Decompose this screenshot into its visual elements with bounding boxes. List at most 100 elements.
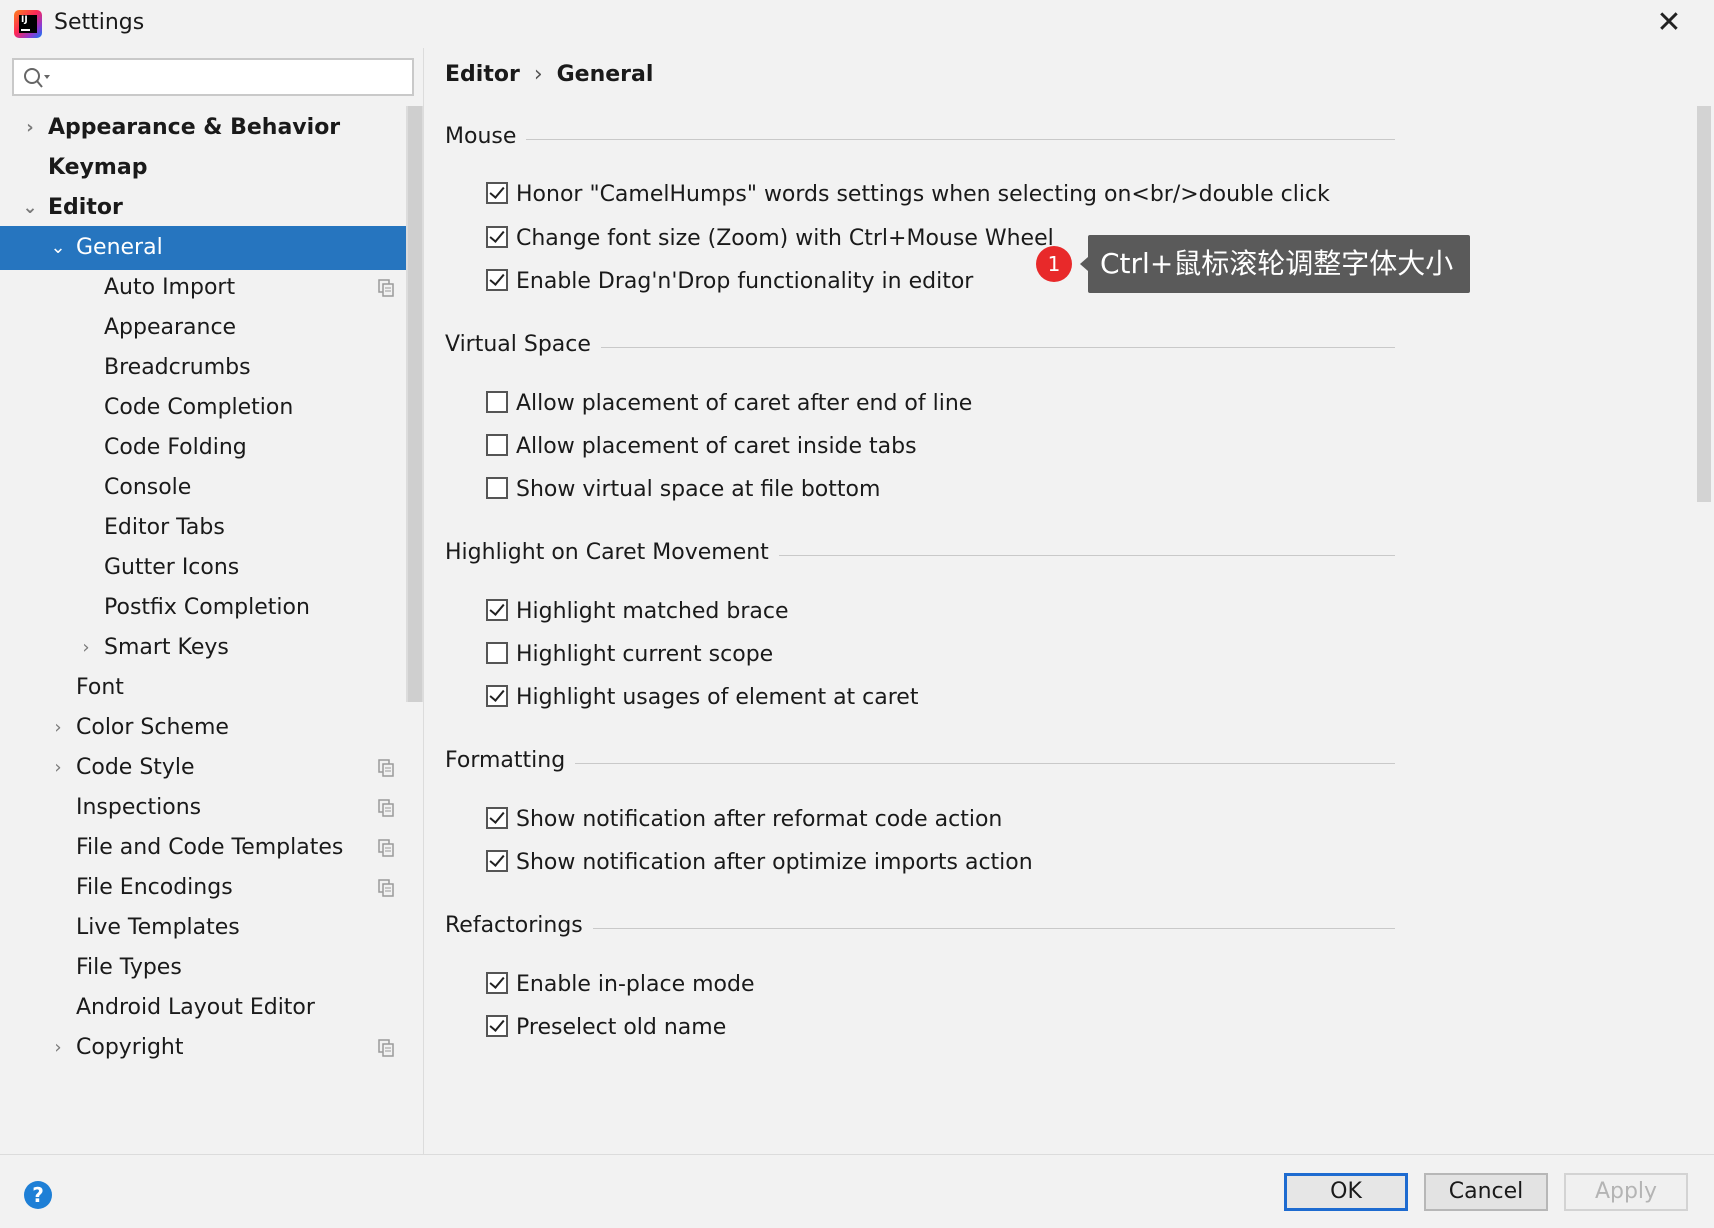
checkbox[interactable] (486, 182, 508, 204)
content-scrollbar-thumb[interactable] (1697, 106, 1711, 502)
title-bar: IJ Settings ✕ (0, 0, 1714, 48)
checkbox[interactable] (486, 269, 508, 291)
intellij-app-icon: IJ (14, 10, 42, 38)
sidebar-item-smart-keys[interactable]: › Smart Keys (0, 626, 424, 670)
dialog-footer: ? OK Cancel Apply (0, 1154, 1714, 1228)
chevron-down-icon[interactable]: ⌄ (20, 186, 40, 230)
sidebar-item-label: Code Completion (104, 395, 294, 420)
sidebar-item-editor-tabs[interactable]: Editor Tabs (0, 506, 424, 550)
checkbox[interactable] (486, 1015, 508, 1037)
option-caret-tabs[interactable]: Allow placement of caret inside tabs (486, 431, 917, 463)
checkbox[interactable] (486, 391, 508, 413)
option-zoom[interactable]: Change font size (Zoom) with Ctrl+Mouse … (486, 223, 1054, 255)
sidebar-item-gutter-icons[interactable]: Gutter Icons (0, 546, 424, 590)
checkbox[interactable] (486, 434, 508, 456)
option-matched-brace[interactable]: Highlight matched brace (486, 596, 789, 628)
sidebar-item-appearance-behavior[interactable]: › Appearance & Behavior (0, 106, 424, 150)
option-label: Highlight usages of element at caret (516, 685, 919, 710)
checkbox[interactable] (486, 226, 508, 248)
option-label: Highlight current scope (516, 642, 774, 667)
checkbox[interactable] (486, 807, 508, 829)
search-box[interactable] (12, 58, 414, 96)
sidebar-item-label: Android Layout Editor (76, 995, 315, 1020)
sidebar-item-label: Copyright (76, 1035, 184, 1060)
chevron-right-icon[interactable]: › (48, 706, 68, 750)
sidebar-item-label: Live Templates (76, 915, 240, 940)
chevron-right-icon[interactable]: › (48, 1026, 68, 1070)
checkbox[interactable] (486, 685, 508, 707)
option-caret-eol[interactable]: Allow placement of caret after end of li… (486, 388, 972, 420)
breadcrumb-parent[interactable]: Editor (445, 62, 520, 87)
sidebar-item-label: File and Code Templates (76, 835, 344, 860)
search-icon[interactable] (22, 66, 52, 90)
option-label: Show virtual space at file bottom (516, 477, 881, 502)
sidebar-item-keymap[interactable]: Keymap (0, 146, 424, 190)
checkbox[interactable] (486, 642, 508, 664)
option-label: Honor "CamelHumps" words settings when s… (516, 182, 1330, 207)
sidebar-item-file-and-code-templates[interactable]: File and Code Templates (0, 826, 424, 870)
sidebar-item-live-templates[interactable]: Live Templates (0, 906, 424, 950)
sidebar-item-general[interactable]: ⌄ General (0, 226, 424, 270)
sidebar-item-label: File Encodings (76, 875, 233, 900)
sidebar-item-copyright[interactable]: › Copyright (0, 1026, 424, 1070)
sidebar-item-inspections[interactable]: Inspections (0, 786, 424, 830)
chevron-right-icon[interactable]: › (48, 746, 68, 790)
section-mouse: Mouse (445, 124, 1395, 154)
option-notify-imports[interactable]: Show notification after optimize imports… (486, 847, 1033, 879)
sidebar-scrollbar[interactable] (406, 106, 424, 702)
help-icon[interactable]: ? (24, 1181, 52, 1209)
sidebar-item-label: Color Scheme (76, 715, 229, 740)
sidebar-item-color-scheme[interactable]: › Color Scheme (0, 706, 424, 750)
sidebar-item-file-types[interactable]: File Types (0, 946, 424, 990)
apply-button[interactable]: Apply (1564, 1173, 1688, 1211)
project-scope-icon (378, 1039, 394, 1057)
checkbox[interactable] (486, 972, 508, 994)
project-scope-icon (378, 799, 394, 817)
checkbox[interactable] (486, 850, 508, 872)
checkbox[interactable] (486, 477, 508, 499)
chevron-down-icon[interactable]: ⌄ (48, 226, 68, 270)
section-title: Virtual Space (445, 332, 601, 357)
sidebar-item-font[interactable]: Font (0, 666, 424, 710)
section-virtual-space: Virtual Space (445, 332, 1395, 362)
option-notify-reformat[interactable]: Show notification after reformat code ac… (486, 804, 1002, 836)
chevron-right-icon[interactable]: › (20, 106, 40, 150)
sidebar-item-postfix-completion[interactable]: Postfix Completion (0, 586, 424, 630)
sidebar-item-console[interactable]: Console (0, 466, 424, 510)
sidebar-item-editor[interactable]: ⌄ Editor (0, 186, 424, 230)
close-button[interactable]: ✕ (1646, 6, 1692, 42)
sidebar-item-auto-import[interactable]: Auto Import (0, 266, 424, 310)
project-scope-icon (378, 839, 394, 857)
option-virtual-bottom[interactable]: Show virtual space at file bottom (486, 474, 880, 506)
sidebar-item-android-layout-editor[interactable]: Android Layout Editor (0, 986, 424, 1030)
checkbox[interactable] (486, 599, 508, 621)
option-usages-caret[interactable]: Highlight usages of element at caret (486, 682, 918, 714)
sidebar-item-label: Postfix Completion (104, 595, 310, 620)
option-camel-humps[interactable]: Honor "CamelHumps" words settings when s… (486, 179, 1330, 211)
sidebar-item-breadcrumbs[interactable]: Breadcrumbs (0, 346, 424, 390)
sidebar-item-label: Console (104, 475, 192, 500)
sidebar-scrollbar-thumb[interactable] (408, 106, 422, 702)
option-preselect-name[interactable]: Preselect old name (486, 1012, 726, 1044)
sidebar-item-label: Editor (48, 195, 123, 220)
search-input[interactable] (60, 64, 406, 92)
chevron-right-icon[interactable]: › (76, 626, 96, 670)
option-label: Change font size (Zoom) with Ctrl+Mouse … (516, 226, 1054, 251)
breadcrumb-separator: › (533, 62, 543, 87)
sidebar-item-code-style[interactable]: › Code Style (0, 746, 424, 790)
cancel-button[interactable]: Cancel (1424, 1173, 1548, 1211)
option-current-scope[interactable]: Highlight current scope (486, 639, 773, 671)
option-drag-drop[interactable]: Enable Drag'n'Drop functionality in edit… (486, 266, 973, 298)
sidebar-item-label: Appearance & Behavior (48, 115, 341, 140)
sidebar-item-label: Breadcrumbs (104, 355, 251, 380)
sidebar-item-code-folding[interactable]: Code Folding (0, 426, 424, 470)
content-scrollbar[interactable] (1694, 104, 1714, 1154)
sidebar-item-code-completion[interactable]: Code Completion (0, 386, 424, 430)
settings-sidebar: › Appearance & Behavior Keymap ⌄ Editor ⌄ Gene… (0, 48, 424, 1154)
section-title: Refactorings (445, 913, 593, 938)
sidebar-item-file-encodings[interactable]: File Encodings (0, 866, 424, 910)
sidebar-item-appearance[interactable]: Appearance (0, 306, 424, 350)
option-inplace-mode[interactable]: Enable in-place mode (486, 969, 755, 1001)
ok-button[interactable]: OK (1284, 1173, 1408, 1211)
section-title: Mouse (445, 124, 527, 149)
